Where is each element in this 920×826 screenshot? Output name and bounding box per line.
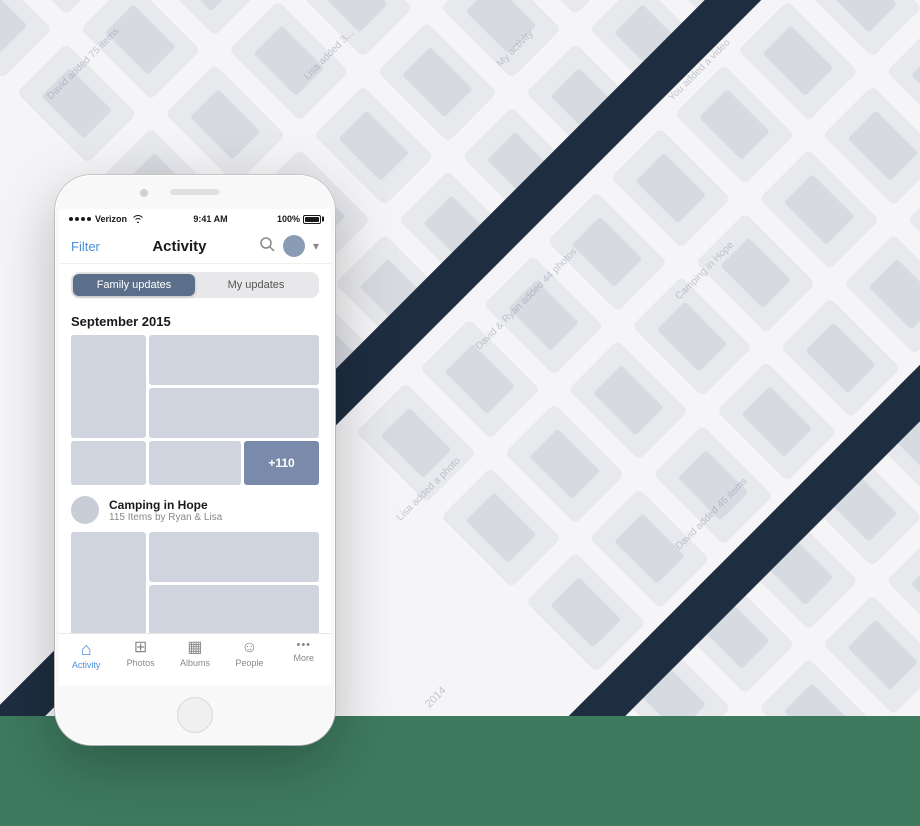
- wifi-icon: [132, 213, 144, 225]
- tab-photos[interactable]: ⊞ Photos: [119, 640, 163, 668]
- filter-button[interactable]: Filter: [71, 239, 100, 254]
- page-title: Activity: [152, 238, 206, 255]
- battery-icon: [303, 215, 321, 224]
- tab-more-label: More: [293, 653, 314, 663]
- albums-icon: ▦: [187, 640, 202, 656]
- more-dots-icon: •••: [296, 640, 311, 651]
- tab-more[interactable]: ••• More: [282, 640, 326, 663]
- nav-action-icons: ▾: [259, 235, 319, 257]
- album-title: Camping in Hope: [109, 498, 222, 512]
- album-avatar: [71, 496, 99, 524]
- tab-activity[interactable]: ⌂ Activity: [64, 640, 108, 670]
- nav-header: Filter Activity ▾: [59, 229, 331, 264]
- photo-cell-top-right-2[interactable]: [149, 388, 319, 438]
- activity-scroll-content: September 2015 +110 Campin: [59, 306, 331, 652]
- tab-people[interactable]: ☺ People: [227, 640, 271, 668]
- status-bar-left: Verizon: [69, 213, 144, 225]
- segment-control: Family updates My updates: [71, 272, 319, 298]
- album-details: Camping in Hope 115 Items by Ryan & Lisa: [109, 498, 222, 523]
- section-date-header: September 2015: [71, 306, 319, 335]
- phone-device: Verizon 9:41 AM 100%: [55, 175, 335, 745]
- more-icon[interactable]: ▾: [313, 239, 319, 253]
- status-bar-right: 100%: [277, 214, 321, 224]
- signal-dot-2: [75, 217, 79, 221]
- photo-cell-bottom-left[interactable]: [71, 441, 146, 485]
- photo-cell-top-right-3[interactable]: [149, 532, 319, 582]
- album-info-row[interactable]: Camping in Hope 115 Items by Ryan & Lisa: [71, 488, 319, 532]
- photo-cell-bottom-mid[interactable]: [149, 441, 241, 485]
- segment-family-updates[interactable]: Family updates: [73, 274, 195, 296]
- tab-people-label: People: [235, 658, 263, 668]
- user-avatar[interactable]: [283, 235, 305, 257]
- tab-photos-label: Photos: [127, 658, 155, 668]
- signal-dot-3: [81, 217, 85, 221]
- phone-camera: [140, 189, 148, 197]
- search-icon[interactable]: [259, 236, 275, 257]
- signal-dots: [69, 217, 91, 221]
- tab-albums[interactable]: ▦ Albums: [173, 640, 217, 668]
- status-time: 9:41 AM: [193, 214, 227, 224]
- photo-grid-first: [71, 335, 319, 438]
- tab-bar: ⌂ Activity ⊞ Photos ▦ Albums ☺ People ••…: [59, 633, 331, 685]
- carrier-label: Verizon: [95, 214, 127, 224]
- tab-albums-label: Albums: [180, 658, 210, 668]
- photo-grid-third: [71, 532, 319, 635]
- status-bar: Verizon 9:41 AM 100%: [59, 209, 331, 229]
- battery-fill: [305, 217, 319, 222]
- photos-icon: ⊞: [134, 640, 147, 656]
- photo-cell-tall-left-2[interactable]: [71, 532, 146, 635]
- album-meta: 115 Items by Ryan & Lisa: [109, 512, 222, 523]
- home-icon: ⌂: [81, 640, 92, 658]
- photo-cell-top-right-4[interactable]: [149, 585, 319, 635]
- phone-outer-shell: Verizon 9:41 AM 100%: [55, 175, 335, 745]
- signal-dot-4: [87, 217, 91, 221]
- photo-grid-second: +110: [71, 441, 319, 485]
- photo-cell-tall-left[interactable]: [71, 335, 146, 438]
- tab-activity-label: Activity: [72, 660, 101, 670]
- photo-more-overlay-1[interactable]: +110: [244, 441, 319, 485]
- segment-my-updates[interactable]: My updates: [195, 274, 317, 296]
- phone-screen: Verizon 9:41 AM 100%: [59, 209, 331, 685]
- signal-dot-1: [69, 217, 73, 221]
- home-button[interactable]: [177, 697, 213, 733]
- phone-speaker: [170, 189, 220, 195]
- battery-percent: 100%: [277, 214, 300, 224]
- people-icon: ☺: [241, 640, 257, 656]
- photo-cell-top-right-1[interactable]: [149, 335, 319, 385]
